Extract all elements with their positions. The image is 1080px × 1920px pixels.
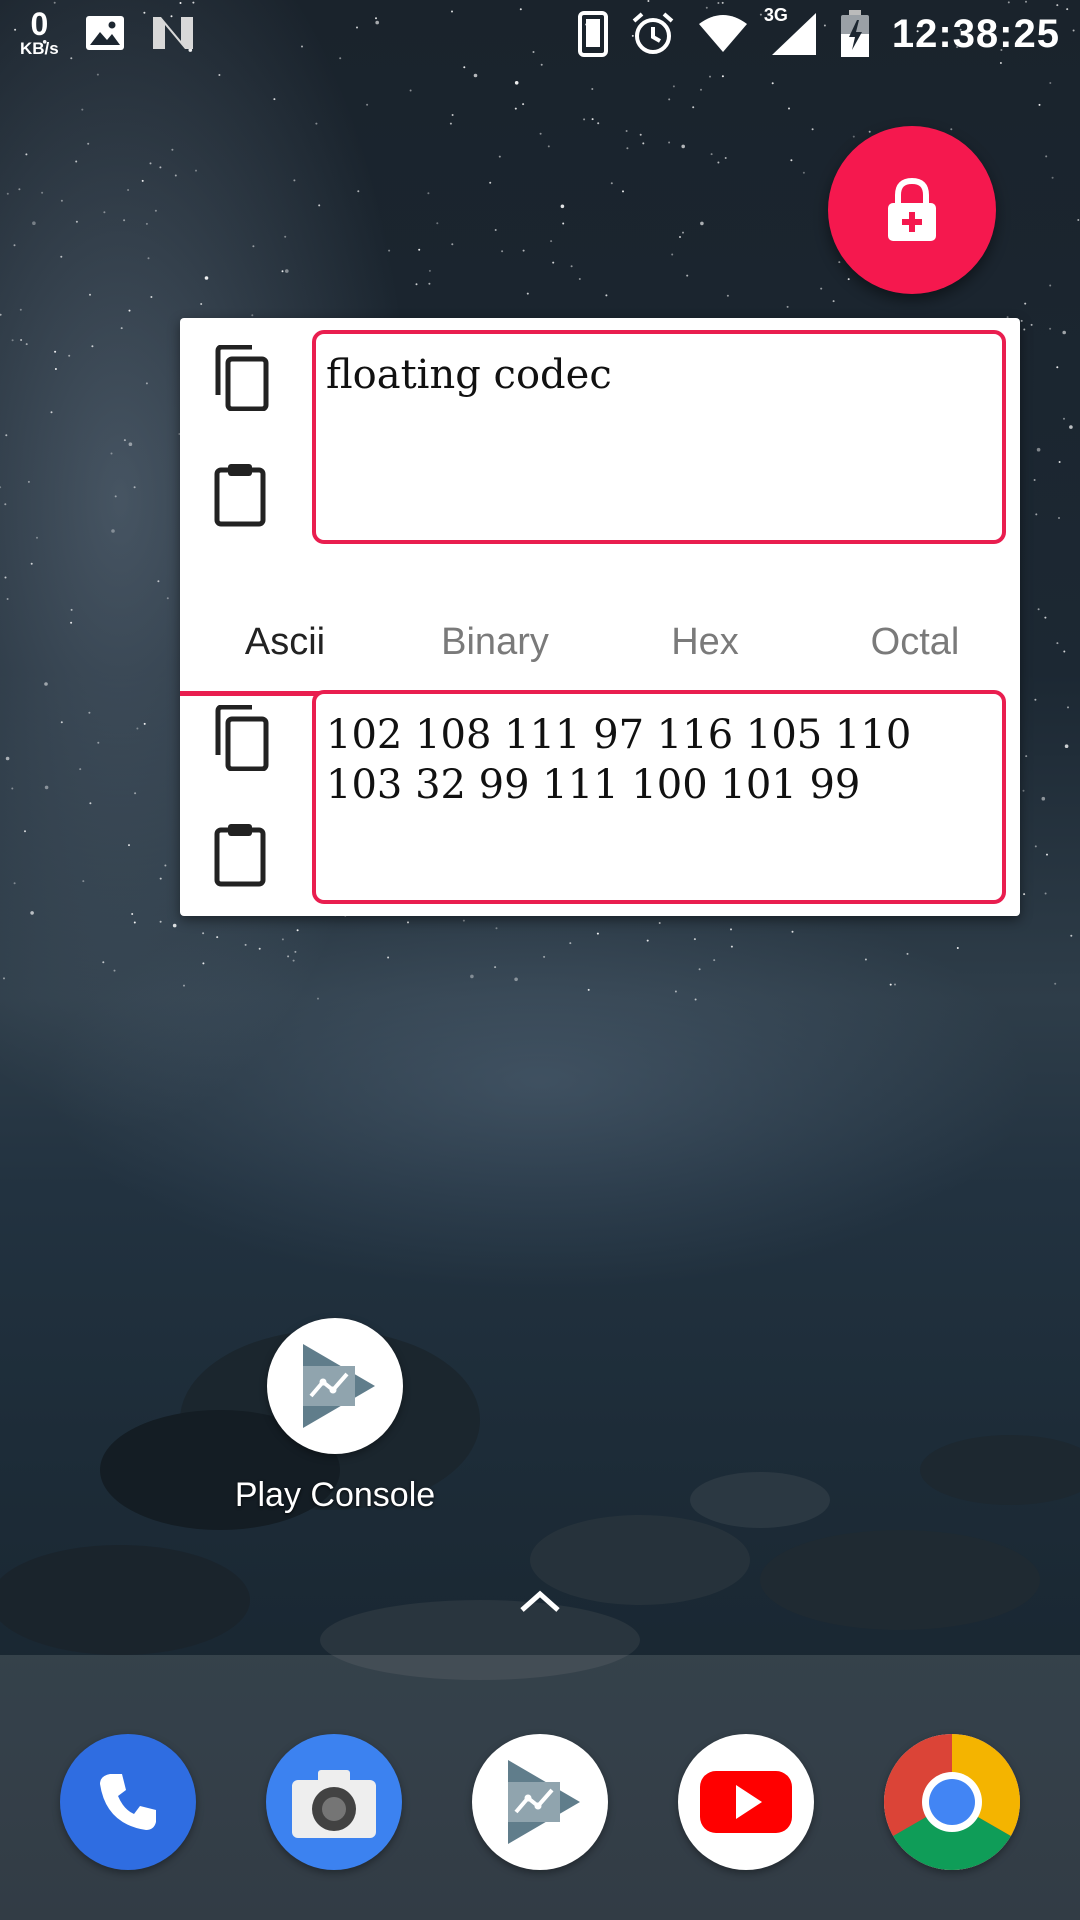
network-speed: 0 KB/s [20, 8, 59, 57]
status-clock: 12:38:25 [891, 11, 1060, 56]
youtube-icon[interactable] [678, 1734, 814, 1870]
output-text-field[interactable]: 102 108 111 97 116 105 110 103 32 99 111… [312, 690, 1006, 904]
encoding-tabs: Ascii Binary Hex Octal [180, 588, 1020, 696]
wifi-icon [698, 14, 748, 54]
copy-input-button[interactable] [200, 338, 280, 418]
tab-binary[interactable]: Binary [390, 588, 600, 696]
alarm-icon [630, 11, 676, 57]
phone-icon[interactable] [60, 1734, 196, 1870]
lock-add-icon [888, 177, 936, 241]
image-notification-icon [85, 15, 125, 51]
n-notification-icon [151, 15, 195, 51]
battery-charging-icon [840, 10, 870, 58]
play-console-icon[interactable] [472, 1734, 608, 1870]
play-console-icon [267, 1318, 403, 1454]
network-type: 3G [763, 5, 788, 25]
tab-ascii[interactable]: Ascii [180, 588, 390, 696]
clipboard-icon [214, 464, 266, 527]
home-app-play-console[interactable]: Play Console [230, 1318, 440, 1515]
cell-signal-icon: 3G [764, 5, 818, 57]
paste-input-button[interactable] [200, 454, 280, 534]
paste-output-button[interactable] [200, 814, 280, 894]
chrome-icon[interactable] [884, 1734, 1020, 1870]
copy-icon [215, 345, 269, 411]
input-text-field[interactable]: floating codec [312, 330, 1006, 544]
copy-output-button[interactable] [200, 698, 280, 778]
tab-octal[interactable]: Octal [810, 588, 1020, 696]
network-speed-value: 0 [30, 6, 49, 42]
camera-icon[interactable] [266, 1734, 402, 1870]
network-speed-unit: KB/s [20, 39, 59, 58]
tab-hex[interactable]: Hex [600, 588, 810, 696]
floating-lock-button[interactable] [828, 126, 996, 294]
clipboard-icon [214, 824, 266, 887]
status-bar: 0 KB/s 3G 12:38:25 [0, 0, 1080, 72]
app-label: Play Console [234, 1476, 436, 1514]
codec-panel: floating codec Ascii Binary Hex Octal 10… [180, 318, 1020, 916]
vibrate-icon [577, 11, 608, 57]
app-drawer-arrow-icon[interactable] [518, 1588, 562, 1614]
copy-icon [215, 705, 269, 771]
